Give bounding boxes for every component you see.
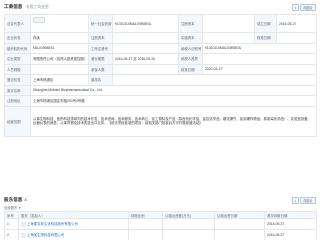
row-index: 2 <box>4 229 19 240</box>
business-info-table: 法定代表人 统一社会信用代码 91310110MA1G9B5E0L 注册资本 成… <box>4 14 317 137</box>
col-subscribed-date: 认缴出资日期 <box>214 211 265 219</box>
reg-number-value <box>112 42 179 54</box>
label-org-code: 组织机构代码 <box>4 42 31 54</box>
info-row: 登记机关 上海市杨浦区 曾用名 <box>4 74 317 86</box>
share-icon[interactable]: ⇪ <box>292 196 299 204</box>
shareholder-link[interactable]: 上海麦克林生化科技股份有限公司 <box>27 222 78 226</box>
company-logo-icon <box>21 232 26 238</box>
label-authority: 登记机关 <box>4 74 31 86</box>
credit-code-value: 91310110MA1G9B5E0L <box>112 14 179 33</box>
business-info-header: 工商信息 查看工商变更 ⇪ 存图片 <box>4 3 316 13</box>
scope-value: 从事生物科技、医药科技领域内的技术开发、技术咨询、技术服务、技术转让，化工原料及… <box>30 105 317 137</box>
label-company-type: 企业类型 <box>4 53 31 65</box>
label-scope: 经营范围 <box>4 105 31 137</box>
label-status: 企业状态 <box>4 32 31 44</box>
label-tax-id: 纳税人识别号 <box>178 42 203 54</box>
label-insured: 参保人数 <box>88 63 113 75</box>
authority-value: 上海市杨浦区 <box>30 74 89 86</box>
change-history-link[interactable]: 查看工商变更 <box>26 3 49 11</box>
capital-value <box>202 14 255 33</box>
subscribed-date-value <box>214 218 265 230</box>
shareholders-table: 序号 股东（发起人） 持股比例 认缴出资额(万元) 认缴出资日期 首次持股日期 … <box>4 211 317 240</box>
info-row: 注册地址 上海市杨浦区国定东路200号4号楼 <box>4 95 317 107</box>
reg-capital-value <box>112 32 179 44</box>
avatar <box>33 17 45 23</box>
subscribed-value <box>162 218 215 230</box>
insured-value <box>112 63 179 75</box>
label-approval-date: 核准日期 <box>254 32 277 44</box>
section-title: 工商信息 <box>4 4 23 9</box>
label-address: 注册地址 <box>4 95 31 107</box>
info-row: 英文名称 Shanghai Michael Biopharmaceutical … <box>4 84 317 96</box>
ratio-value <box>128 218 163 230</box>
info-row: 企业状态 存续 注册资本 实缴资本 核准日期 <box>4 32 317 44</box>
org-code-value: MA1G9B5E0L <box>30 42 89 54</box>
info-row: 企业类型 有限责任公司（自然人投资或控股） 营业期限 2016-05-27 至 … <box>4 53 317 65</box>
header-actions: ⇪ 存图片 <box>292 3 316 11</box>
approval-date-value <box>276 32 317 44</box>
label-founded: 成立日期 <box>254 14 277 33</box>
shareholders-title: 股东信息 <box>4 197 23 202</box>
subscribed-value <box>162 229 215 240</box>
company-type-value: 有限责任公司（自然人投资或控股） <box>30 53 89 65</box>
label-capital: 注册资本 <box>178 14 203 33</box>
share-icon[interactable]: ⇪ <box>292 3 299 11</box>
col-first-date: 首次持股日期 <box>264 211 317 219</box>
ratio-value <box>128 229 163 240</box>
founded-value: 2016-05-27 <box>276 14 317 33</box>
former-name-value <box>112 74 317 86</box>
company-logo-icon <box>21 221 26 227</box>
label-staff-size: 人员规模 <box>4 63 31 75</box>
first-date-value: 2016-05-27 <box>264 218 317 230</box>
label-tax-qual: 纳税人资质 <box>178 53 203 65</box>
label-reg-capital: 注册资本 <box>88 32 113 44</box>
info-row: 人员规模 参保人数 核准日期 2020-03-27 <box>4 63 317 75</box>
label-term: 营业期限 <box>88 53 113 65</box>
tax-id-value: 91310110MA1G9B5E0L <box>202 42 317 54</box>
save-image-button[interactable]: 存图片 <box>300 196 316 204</box>
col-index: 序号 <box>4 211 19 219</box>
label-english-name: 英文名称 <box>4 84 31 96</box>
label-former-name: 曾用名 <box>88 74 113 86</box>
tax-qual-value <box>202 53 317 65</box>
staff-size-value <box>30 63 89 75</box>
english-name-value: Shanghai Michael Biopharmaceutical Co., … <box>30 84 317 96</box>
first-date-value: 2016-05-27 <box>264 229 317 240</box>
term-value: 2016-05-27 至 2036-05-26 <box>112 53 179 65</box>
shareholder-name[interactable]: 上海麦克林生化科技股份有限公司 <box>18 218 129 230</box>
status-value: 存续 <box>30 32 89 44</box>
col-subscribed: 认缴出资额(万元) <box>162 211 215 219</box>
info-row: 组织机构代码 MA1G9B5E0L 工商注册号 纳税人识别号 91310110M… <box>4 42 317 54</box>
table-header-row: 序号 股东（发起人） 持股比例 认缴出资额(万元) 认缴出资日期 首次持股日期 <box>4 211 317 219</box>
filter-label: 全部股东 <box>4 206 18 210</box>
row-index: 1 <box>4 218 19 230</box>
legal-rep-value[interactable] <box>30 14 89 33</box>
label-reg-number: 工商注册号 <box>88 42 113 54</box>
label-credit-code: 统一社会信用代码 <box>88 14 113 33</box>
label-approval: 核准日期 <box>178 63 203 75</box>
table-row[interactable]: 2 上海某生物科技有限公司 2016-05-27 <box>4 229 317 240</box>
address-value: 上海市杨浦区国定东路200号4号楼 <box>30 95 317 107</box>
col-shareholder: 股东（发起人） <box>18 211 129 219</box>
info-row: 经营范围 从事生物科技、医药科技领域内的技术开发、技术咨询、技术服务、技术转让，… <box>4 105 317 137</box>
shareholder-name[interactable]: 上海某生物科技有限公司 <box>18 229 129 240</box>
approval-value: 2020-03-27 <box>202 63 317 75</box>
shareholders-header: 股东信息 3 ⇪ 存图片 全部股东▾ <box>4 196 316 210</box>
paid-capital-value <box>202 32 255 44</box>
table-row[interactable]: 1 上海麦克林生化科技股份有限公司 2016-05-27 <box>4 218 317 230</box>
save-image-button[interactable]: 存图片 <box>300 3 316 11</box>
shareholder-link[interactable]: 上海某生物科技有限公司 <box>27 233 64 237</box>
info-row: 法定代表人 统一社会信用代码 91310110MA1G9B5E0L 注册资本 成… <box>4 14 317 33</box>
shareholders-count: 3 <box>24 197 27 202</box>
shareholders-actions: ⇪ 存图片 <box>292 196 316 204</box>
col-ratio: 持股比例 <box>128 211 163 219</box>
label-legal-rep: 法定代表人 <box>4 14 31 33</box>
label-paid-capital: 实缴资本 <box>178 32 203 44</box>
subscribed-date-value <box>214 229 265 240</box>
